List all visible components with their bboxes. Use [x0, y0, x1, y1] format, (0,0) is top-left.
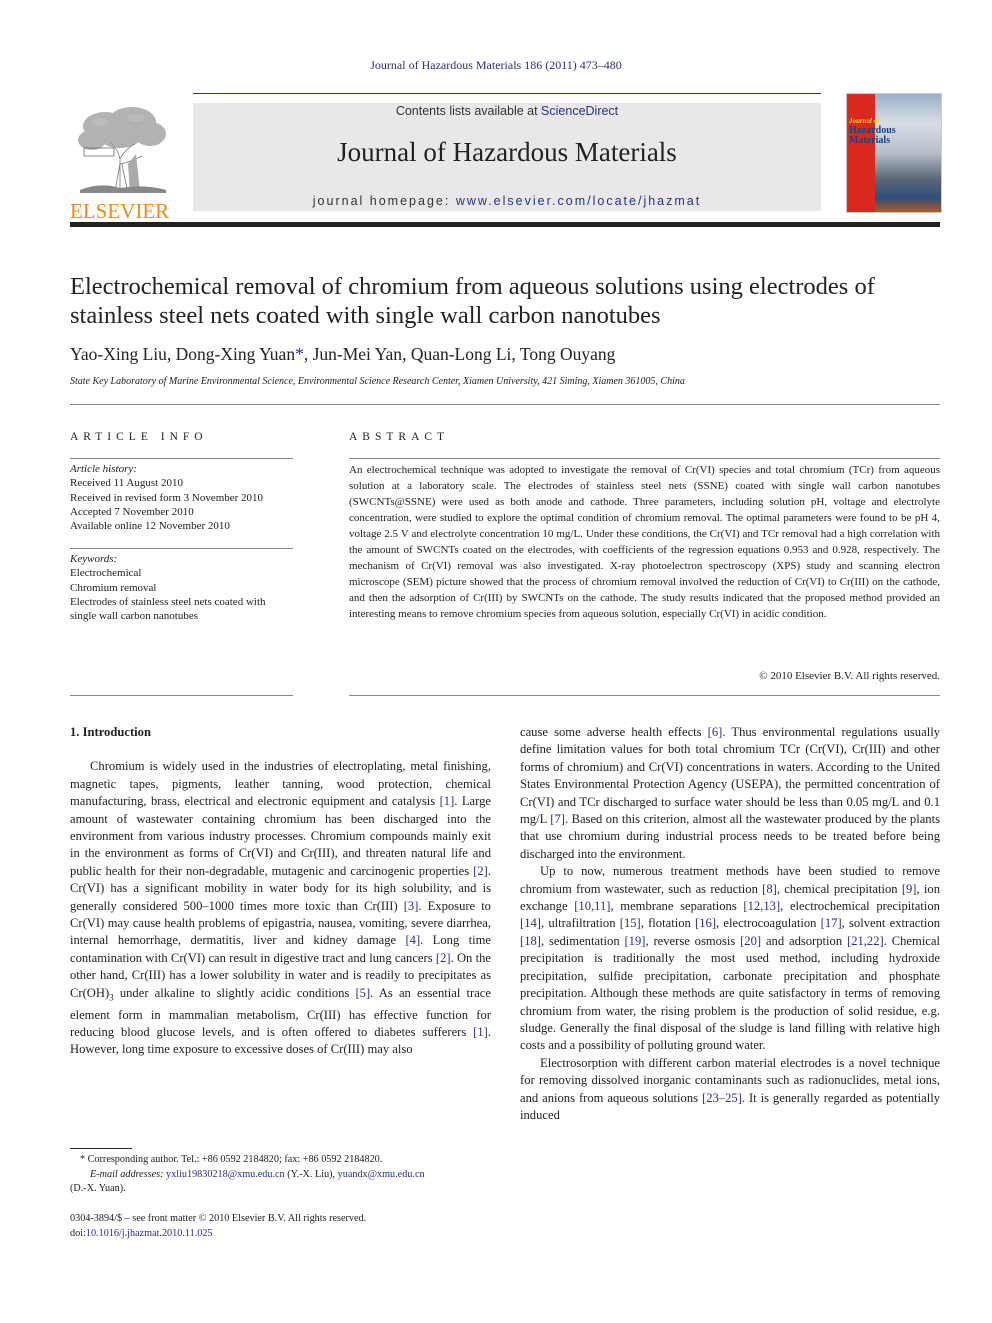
paragraph: Up to now, numerous treatment methods ha… — [520, 864, 940, 1053]
citation-link[interactable]: [15] — [620, 916, 641, 930]
elsevier-tree-icon — [78, 107, 166, 193]
author-list: Yao-Xing Liu, Dong-Xing Yuan*, Jun-Mei Y… — [70, 344, 616, 364]
citation-link[interactable]: [10,11] — [574, 899, 610, 913]
publisher-logo[interactable]: ELSEVIER — [70, 104, 172, 222]
sciencedirect-link[interactable]: ScienceDirect — [541, 104, 618, 118]
history-item: Available online 12 November 2010 — [70, 520, 230, 533]
paragraph: Chromium is widely used in the industrie… — [70, 759, 492, 1057]
history-item: Received in revised form 3 November 2010 — [70, 491, 264, 504]
citation-link[interactable]: [3] — [404, 899, 419, 913]
keyword: Electrodes of stainless steel nets coate… — [70, 595, 266, 623]
subscript: 3 — [109, 992, 114, 1003]
affiliation: State Key Laboratory of Marine Environme… — [70, 376, 685, 387]
abstract-copyright: © 2010 Elsevier B.V. All rights reserved… — [759, 670, 940, 682]
paragraph: cause some adverse health effects [6]. T… — [520, 725, 941, 861]
abstract-heading: ABSTRACT — [349, 431, 450, 443]
article-title: Electrochemical removal of chromium from… — [70, 273, 875, 329]
history-label: Article history: — [70, 463, 137, 475]
top-rule — [193, 93, 821, 94]
article-history: Article history: Received 11 August 2010… — [70, 462, 293, 533]
keyword: Chromium removal — [70, 581, 157, 594]
citation-link[interactable]: [5] — [355, 986, 370, 1000]
contents-prefix: Contents lists available at — [395, 104, 542, 118]
journal-title: Journal of Hazardous Materials — [337, 137, 677, 167]
journal-homepage: journal homepage: www.elsevier.com/locat… — [193, 194, 821, 208]
keywords: Keywords: Electrochemical Chromium remov… — [70, 552, 293, 623]
author[interactable]: Yao-Xing Liu — [70, 344, 167, 364]
body-column-right: cause some adverse health effects [6]. T… — [520, 724, 940, 1124]
author[interactable]: Dong-Xing Yuan — [176, 344, 295, 364]
author[interactable]: Jun-Mei Yan — [313, 344, 402, 364]
journal-banner: Contents lists available at ScienceDirec… — [193, 103, 821, 211]
author[interactable]: Tong Ouyang — [520, 344, 616, 364]
citation-link[interactable]: [9] — [902, 882, 917, 896]
citation-link[interactable]: [12,13] — [743, 899, 780, 913]
paragraph: Electrosorption with different carbon ma… — [520, 1055, 940, 1122]
footnote-rule — [70, 1148, 132, 1149]
citation-link[interactable]: [2] — [436, 951, 451, 965]
email-link[interactable]: yuandx@xmu.edu.cn — [338, 1169, 425, 1180]
citation-link[interactable]: [7] — [550, 812, 565, 826]
homepage-prefix: journal homepage: — [312, 194, 456, 208]
citation-link[interactable]: [14] — [520, 916, 541, 930]
homepage-link[interactable]: www.elsevier.com/locate/jhazmat — [456, 194, 701, 208]
header-divider — [70, 222, 940, 227]
article-info-heading: ARTICLE INFO — [70, 431, 208, 443]
citation-link[interactable]: [16] — [695, 916, 716, 930]
keywords-label: Keywords: — [70, 553, 118, 565]
citation-link[interactable]: [23–25] — [702, 1091, 742, 1105]
divider — [349, 458, 940, 459]
citation-link[interactable]: [21,22] — [847, 934, 884, 948]
front-matter: 0304-3894/$ – see front matter © 2010 El… — [70, 1211, 491, 1241]
elsevier-wordmark: ELSEVIER — [70, 199, 170, 223]
citation-link[interactable]: [18] — [520, 934, 541, 948]
divider — [70, 404, 940, 405]
keyword: Electrochemical — [70, 567, 142, 580]
citation-link[interactable]: [1] — [473, 1025, 488, 1039]
citation-link[interactable]: [8] — [762, 882, 777, 896]
doi-link[interactable]: 10.1016/j.jhazmat.2010.11.025 — [86, 1228, 213, 1239]
divider — [70, 458, 293, 459]
history-item: Received 11 August 2010 — [70, 477, 183, 490]
citation-link[interactable]: [20] — [740, 934, 761, 948]
citation-link[interactable]: [4] — [405, 933, 420, 947]
body-column-left: 1. Introduction Chromium is widely used … — [70, 724, 491, 1059]
cover-spine — [847, 94, 875, 212]
cover-title: Journal of Hazardous Materials — [849, 117, 896, 146]
corresponding-author-mark[interactable]: * — [295, 344, 304, 364]
footnote: * Corresponding author. Tel.: +86 0592 2… — [70, 1153, 491, 1197]
email-link[interactable]: yxliu19830218@xmu.edu.cn — [166, 1169, 285, 1180]
journal-cover-image[interactable]: Journal of Hazardous Materials — [846, 93, 942, 213]
abstract-text: An electrochemical technique was adopted… — [349, 464, 940, 620]
corresponding-author-note: Corresponding author. Tel.: +86 0592 218… — [87, 1154, 383, 1165]
issn-line: 0304-3894/$ – see front matter © 2010 El… — [70, 1213, 367, 1224]
history-item: Accepted 7 November 2010 — [70, 505, 194, 518]
divider — [70, 695, 293, 696]
citation-link[interactable]: [1] — [440, 794, 455, 808]
author[interactable]: Quan-Long Li — [411, 344, 512, 364]
cover-photo — [875, 94, 941, 212]
divider — [70, 548, 293, 549]
citation-link[interactable]: [2] — [473, 864, 488, 878]
section-heading: 1. Introduction — [70, 725, 151, 739]
running-head: Journal of Hazardous Materials 186 (2011… — [370, 58, 622, 72]
citation-link[interactable]: [19] — [624, 934, 645, 948]
email-owner: (D.-X. Yuan). — [70, 1183, 126, 1194]
citation-link[interactable]: [6] — [708, 725, 723, 739]
footnote-mark: * — [80, 1154, 86, 1165]
contents-line: Contents lists available at ScienceDirec… — [193, 104, 821, 118]
email-label: E-mail addresses: — [90, 1168, 164, 1180]
divider — [349, 695, 940, 696]
citation-link[interactable]: [17] — [821, 916, 842, 930]
